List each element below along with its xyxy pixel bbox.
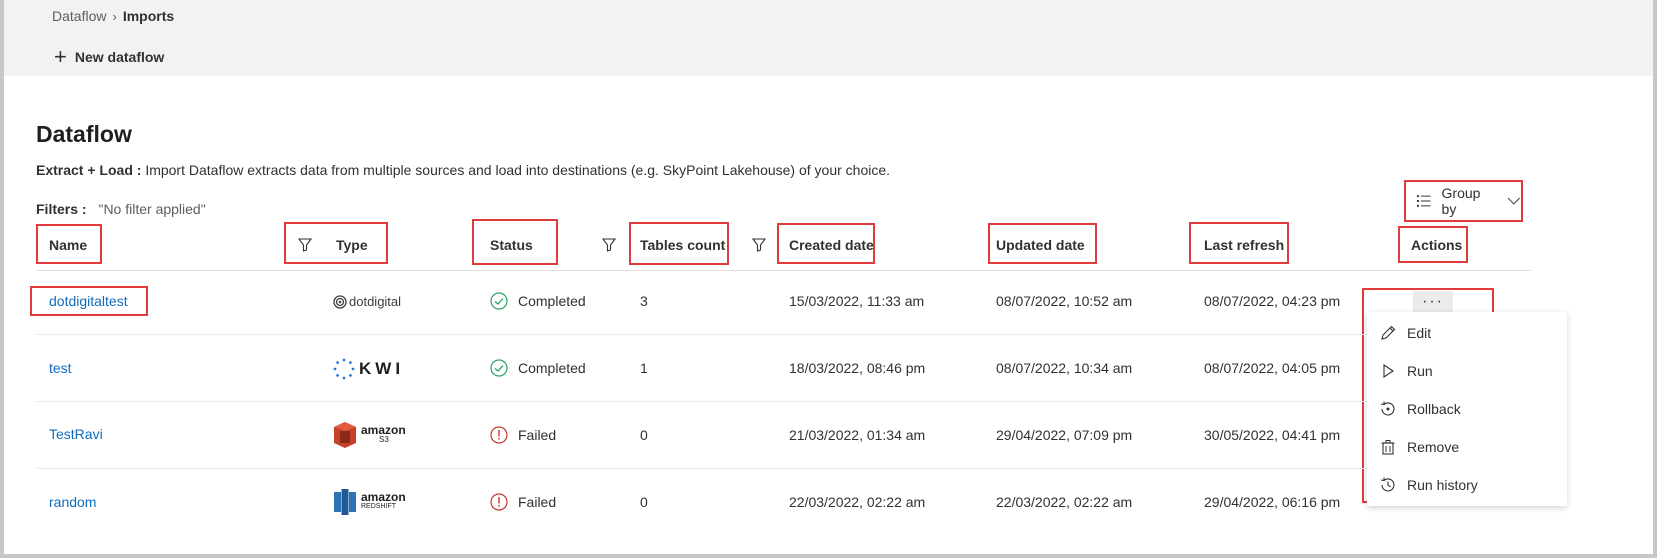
more-actions-button[interactable]: ···	[1413, 291, 1453, 313]
highlight-box	[36, 224, 102, 264]
row-last-refresh: 30/05/2022, 04:41 pm	[1204, 427, 1341, 443]
s3-bucket-icon	[334, 422, 356, 448]
row-tables-count: 1	[640, 360, 648, 376]
group-by-button[interactable]: Group by	[1404, 180, 1523, 222]
status-failed: Failed	[490, 426, 556, 444]
page-title: Dataflow	[36, 121, 132, 147]
filters-label: Filters :	[36, 201, 87, 217]
chevron-down-icon	[1507, 197, 1521, 205]
row-name-link[interactable]: test	[49, 360, 72, 376]
row-created-date: 18/03/2022, 08:46 pm	[789, 360, 926, 376]
highlight-box	[777, 223, 875, 264]
menu-item-run-history[interactable]: Run history	[1379, 476, 1559, 494]
row-divider	[36, 468, 1531, 469]
highlight-box	[1189, 222, 1289, 264]
page-description: Extract + Load : Import Dataflow extract…	[36, 162, 890, 178]
new-dataflow-button[interactable]: + New dataflow	[54, 44, 165, 69]
row-divider	[36, 401, 1531, 402]
row-updated-date: 08/07/2022, 10:52 am	[996, 293, 1133, 309]
menu-item-edit[interactable]: Edit	[1379, 324, 1559, 342]
row-updated-date: 22/03/2022, 02:22 am	[996, 494, 1133, 510]
row-last-refresh: 08/07/2022, 04:23 pm	[1204, 293, 1341, 309]
filters-value: "No filter applied"	[98, 201, 206, 217]
breadcrumb-dataflow[interactable]: Dataflow	[52, 8, 106, 24]
play-icon	[1383, 363, 1394, 379]
rollback-icon	[1380, 401, 1395, 416]
plus-icon: +	[54, 44, 67, 69]
amazon-s3-logo: amazon S3	[333, 421, 406, 449]
row-created-date: 21/03/2022, 01:34 am	[789, 427, 926, 443]
row-name-link[interactable]: random	[49, 494, 96, 510]
filters-line: Filters : "No filter applied"	[36, 201, 206, 217]
row-name-link[interactable]: dotdigitaltest	[49, 293, 128, 309]
top-command-bar: Dataflow › Imports + New dataflow	[4, 0, 1653, 76]
row-tables-count: 0	[640, 494, 648, 510]
menu-item-remove[interactable]: Remove	[1379, 438, 1559, 456]
group-list-icon	[1416, 195, 1431, 207]
highlight-box	[472, 219, 558, 265]
menu-item-run[interactable]: Run	[1379, 362, 1559, 380]
status-completed: Completed	[490, 359, 586, 377]
actions-context-menu: Edit Run Rollback Remove Run history	[1367, 312, 1567, 506]
highlight-box	[284, 222, 388, 264]
redshift-icon	[334, 489, 356, 515]
check-circle-icon	[490, 292, 508, 310]
menu-item-rollback[interactable]: Rollback	[1379, 400, 1559, 418]
dotdigital-mark-icon	[333, 294, 347, 309]
check-circle-icon	[490, 359, 508, 377]
highlight-box	[988, 223, 1097, 264]
chevron-right-icon: ›	[112, 8, 117, 24]
highlight-box	[1398, 226, 1468, 263]
kwi-logo: KWI	[333, 358, 404, 380]
row-last-refresh: 29/04/2022, 06:16 pm	[1204, 494, 1341, 510]
kwi-dots-icon	[333, 358, 355, 380]
row-tables-count: 0	[640, 427, 648, 443]
pencil-icon	[1381, 325, 1396, 340]
status-failed: Failed	[490, 493, 556, 511]
highlight-box	[629, 222, 729, 265]
row-last-refresh: 08/07/2022, 04:05 pm	[1204, 360, 1341, 376]
error-circle-icon	[490, 493, 508, 511]
breadcrumb-imports: Imports	[122, 8, 175, 24]
description-text: Import Dataflow extracts data from multi…	[145, 162, 891, 178]
description-bold: Extract + Load :	[36, 162, 142, 178]
group-by-label: Group by	[1441, 185, 1481, 217]
dotdigital-logo: dotdigital	[333, 294, 401, 309]
row-created-date: 15/03/2022, 11:33 am	[789, 293, 925, 309]
filter-funnel-icon[interactable]	[752, 238, 766, 252]
amazon-redshift-logo: amazon REDSHIFT	[333, 488, 406, 516]
row-updated-date: 08/07/2022, 10:34 am	[996, 360, 1133, 376]
error-circle-icon	[490, 426, 508, 444]
status-completed: Completed	[490, 292, 586, 310]
row-created-date: 22/03/2022, 02:22 am	[789, 494, 926, 510]
row-divider	[36, 334, 1531, 335]
row-tables-count: 3	[640, 293, 648, 309]
filter-funnel-icon[interactable]	[602, 238, 616, 252]
breadcrumb: Dataflow › Imports	[52, 8, 174, 24]
trash-icon	[1381, 440, 1395, 455]
row-name-link[interactable]: TestRavi	[49, 426, 103, 442]
history-clock-icon	[1380, 477, 1395, 492]
header-divider	[36, 270, 1531, 271]
row-updated-date: 29/04/2022, 07:09 pm	[996, 427, 1133, 443]
new-dataflow-label: New dataflow	[74, 49, 165, 65]
